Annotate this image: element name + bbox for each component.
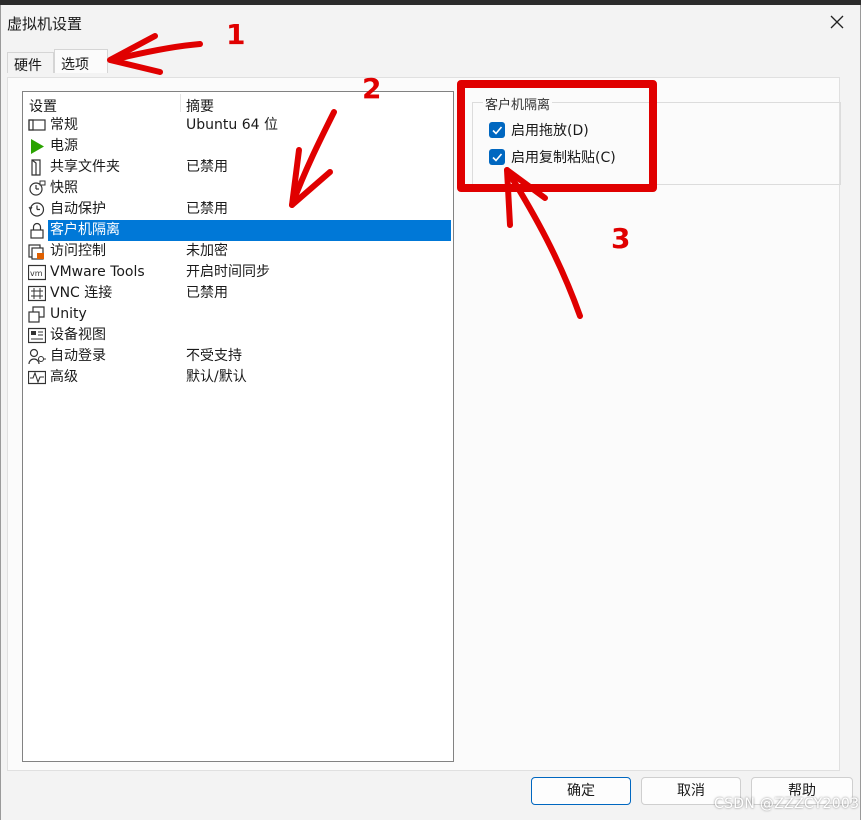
device-view-icon xyxy=(28,327,46,344)
checkbox-label[interactable]: 启用拖放(D) xyxy=(511,121,589,141)
checkmark-icon xyxy=(492,126,503,135)
vm-icon: vm xyxy=(28,264,46,281)
list-item-summary: 已禁用 xyxy=(186,159,228,175)
unity-icon xyxy=(28,306,45,323)
list-item-device-view[interactable]: 设备视图 xyxy=(23,325,453,346)
svg-text:vm: vm xyxy=(30,269,43,278)
list-item-shared-folders[interactable]: 共享文件夹 已禁用 xyxy=(23,157,453,178)
list-item-snapshot[interactable]: 快照 xyxy=(23,178,453,199)
close-button[interactable] xyxy=(824,9,852,35)
list-item-summary: 不受支持 xyxy=(186,348,242,364)
shared-folder-icon xyxy=(31,159,41,176)
checkbox-label[interactable]: 启用复制粘贴(C) xyxy=(511,148,616,168)
list-item-summary: 未加密 xyxy=(186,243,228,259)
group-title: 客户机隔离 xyxy=(483,94,553,113)
list-item-summary: 默认/默认 xyxy=(186,369,247,385)
list-item-access-control[interactable]: 访问控制 未加密 xyxy=(23,241,453,262)
autoprotect-clock-icon xyxy=(28,202,45,217)
list-item-summary: 开启时间同步 xyxy=(186,264,270,280)
checkbox-box[interactable] xyxy=(489,149,505,165)
list-item-label: VMware Tools xyxy=(50,264,145,280)
list-item-general[interactable]: 常规 Ubuntu 64 位 xyxy=(23,115,453,136)
annotation-number-1: 1 xyxy=(226,18,246,51)
advanced-pulse-icon xyxy=(28,370,46,385)
annotation-number-3: 3 xyxy=(611,222,631,255)
list-item-label: 访问控制 xyxy=(50,243,106,259)
watermark: CSDN @ZZZCY2003 xyxy=(714,796,860,812)
list-item-label: VNC 连接 xyxy=(50,285,113,301)
header-setting[interactable]: 设置 xyxy=(29,96,57,116)
settings-dialog: 虚拟机设置 硬件 选项 设置 摘要 常规 Ubuntu 64 位 电源 共享文件… xyxy=(0,5,861,820)
list-item-label: 自动登录 xyxy=(50,348,106,364)
tab-hardware[interactable]: 硬件 xyxy=(7,52,54,74)
list-item-label: 常规 xyxy=(50,117,78,133)
lock-icon xyxy=(30,222,44,239)
window-title: 虚拟机设置 xyxy=(7,15,83,33)
list-item-vnc[interactable]: VNC 连接 已禁用 xyxy=(23,283,453,304)
list-item-summary: 已禁用 xyxy=(186,285,228,301)
list-header: 设置 摘要 xyxy=(23,92,453,116)
list-item-label: 共享文件夹 xyxy=(50,159,120,175)
list-item-label: Unity xyxy=(50,306,87,322)
power-play-icon xyxy=(31,139,44,154)
list-item-guest-isolation[interactable]: 客户机隔离 xyxy=(23,220,453,241)
checkbox-box[interactable] xyxy=(489,122,505,138)
close-icon xyxy=(830,15,844,29)
list-item-power[interactable]: 电源 xyxy=(23,136,453,157)
access-control-icon xyxy=(28,244,44,260)
list-item-label: 自动保护 xyxy=(50,201,106,217)
annotation-number-2: 2 xyxy=(362,72,382,105)
list-item-summary: Ubuntu 64 位 xyxy=(186,117,278,133)
auto-login-icon xyxy=(28,348,46,365)
list-item-unity[interactable]: Unity xyxy=(23,304,453,325)
list-item-label: 客户机隔离 xyxy=(48,220,451,241)
vnc-icon xyxy=(28,285,46,302)
guest-isolation-group: 客户机隔离 启用拖放(D) 启用复制粘贴(C) xyxy=(472,94,841,185)
list-item-label: 电源 xyxy=(50,138,78,154)
list-item-auto-login[interactable]: 自动登录 不受支持 xyxy=(23,346,453,367)
header-divider xyxy=(180,94,181,112)
list-item-vmware-tools[interactable]: vm VMware Tools 开启时间同步 xyxy=(23,262,453,283)
list-item-autoprotect[interactable]: 自动保护 已禁用 xyxy=(23,199,453,220)
settings-list[interactable]: 设置 摘要 常规 Ubuntu 64 位 电源 共享文件夹 已禁用 快照 自动保… xyxy=(22,91,454,762)
header-summary[interactable]: 摘要 xyxy=(186,96,214,116)
snapshot-icon xyxy=(29,180,46,196)
ok-button[interactable]: 确定 xyxy=(531,777,631,805)
tab-options[interactable]: 选项 xyxy=(54,49,108,73)
list-item-label: 高级 xyxy=(50,369,78,385)
list-item-label: 设备视图 xyxy=(50,327,106,343)
list-item-advanced[interactable]: 高级 默认/默认 xyxy=(23,367,453,388)
checkmark-icon xyxy=(492,153,503,162)
list-item-summary: 已禁用 xyxy=(186,201,228,217)
options-panel: 设置 摘要 常规 Ubuntu 64 位 电源 共享文件夹 已禁用 快照 自动保… xyxy=(7,77,841,771)
general-icon xyxy=(28,119,46,131)
list-item-label: 快照 xyxy=(50,180,78,196)
